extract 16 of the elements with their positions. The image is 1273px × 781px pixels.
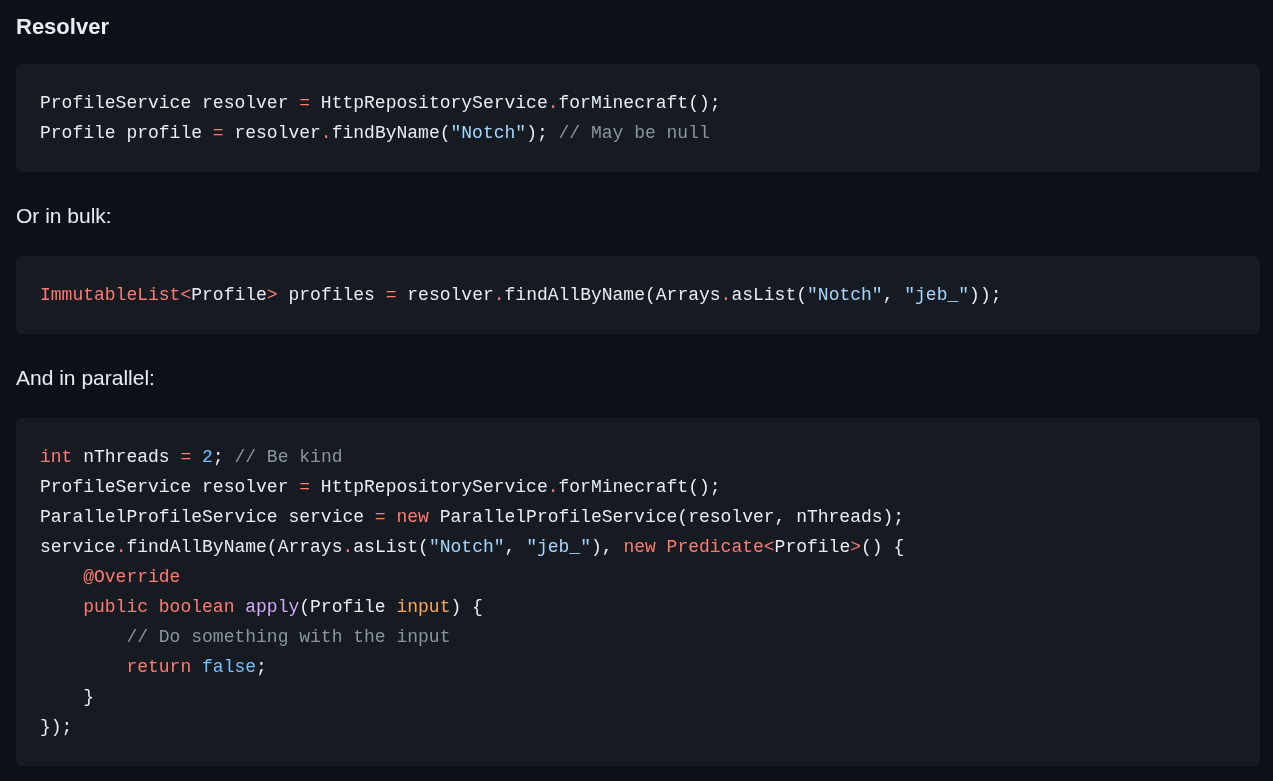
code-line: return false; <box>125 656 267 679</box>
code-line: ImmutableList<Profile> profiles = resolver.findAllByName(Arrays.asList("Notch", "jeb_")); <box>40 284 1002 307</box>
code-line: // Do something with the input <box>125 626 451 649</box>
code-line: } <box>82 686 94 709</box>
code-line: }); <box>40 716 73 739</box>
code-line: int nThreads = 2; // Be kind <box>40 446 343 469</box>
code-line: Profile profile = resolver.findByName("Notch"); // May be null <box>40 122 710 145</box>
section-heading: Resolver <box>16 13 109 41</box>
code-line: service.findAllByName(Arrays.asList("Notch", "jeb_"), new Predicate<Profile>() { <box>40 536 905 559</box>
code-line: @Override <box>82 566 181 589</box>
paragraph: And in parallel: <box>16 365 155 391</box>
code-line: ProfileService resolver = HttpRepositoryService.forMinecraft(); <box>40 92 721 115</box>
code-line: ParallelProfileService service = new ParallelProfileService(resolver, nThreads); <box>40 506 905 529</box>
code-line: ProfileService resolver = HttpRepositoryService.forMinecraft(); <box>40 476 721 499</box>
code-line: public boolean apply(Profile input) { <box>82 596 483 619</box>
paragraph: Or in bulk: <box>16 203 112 229</box>
